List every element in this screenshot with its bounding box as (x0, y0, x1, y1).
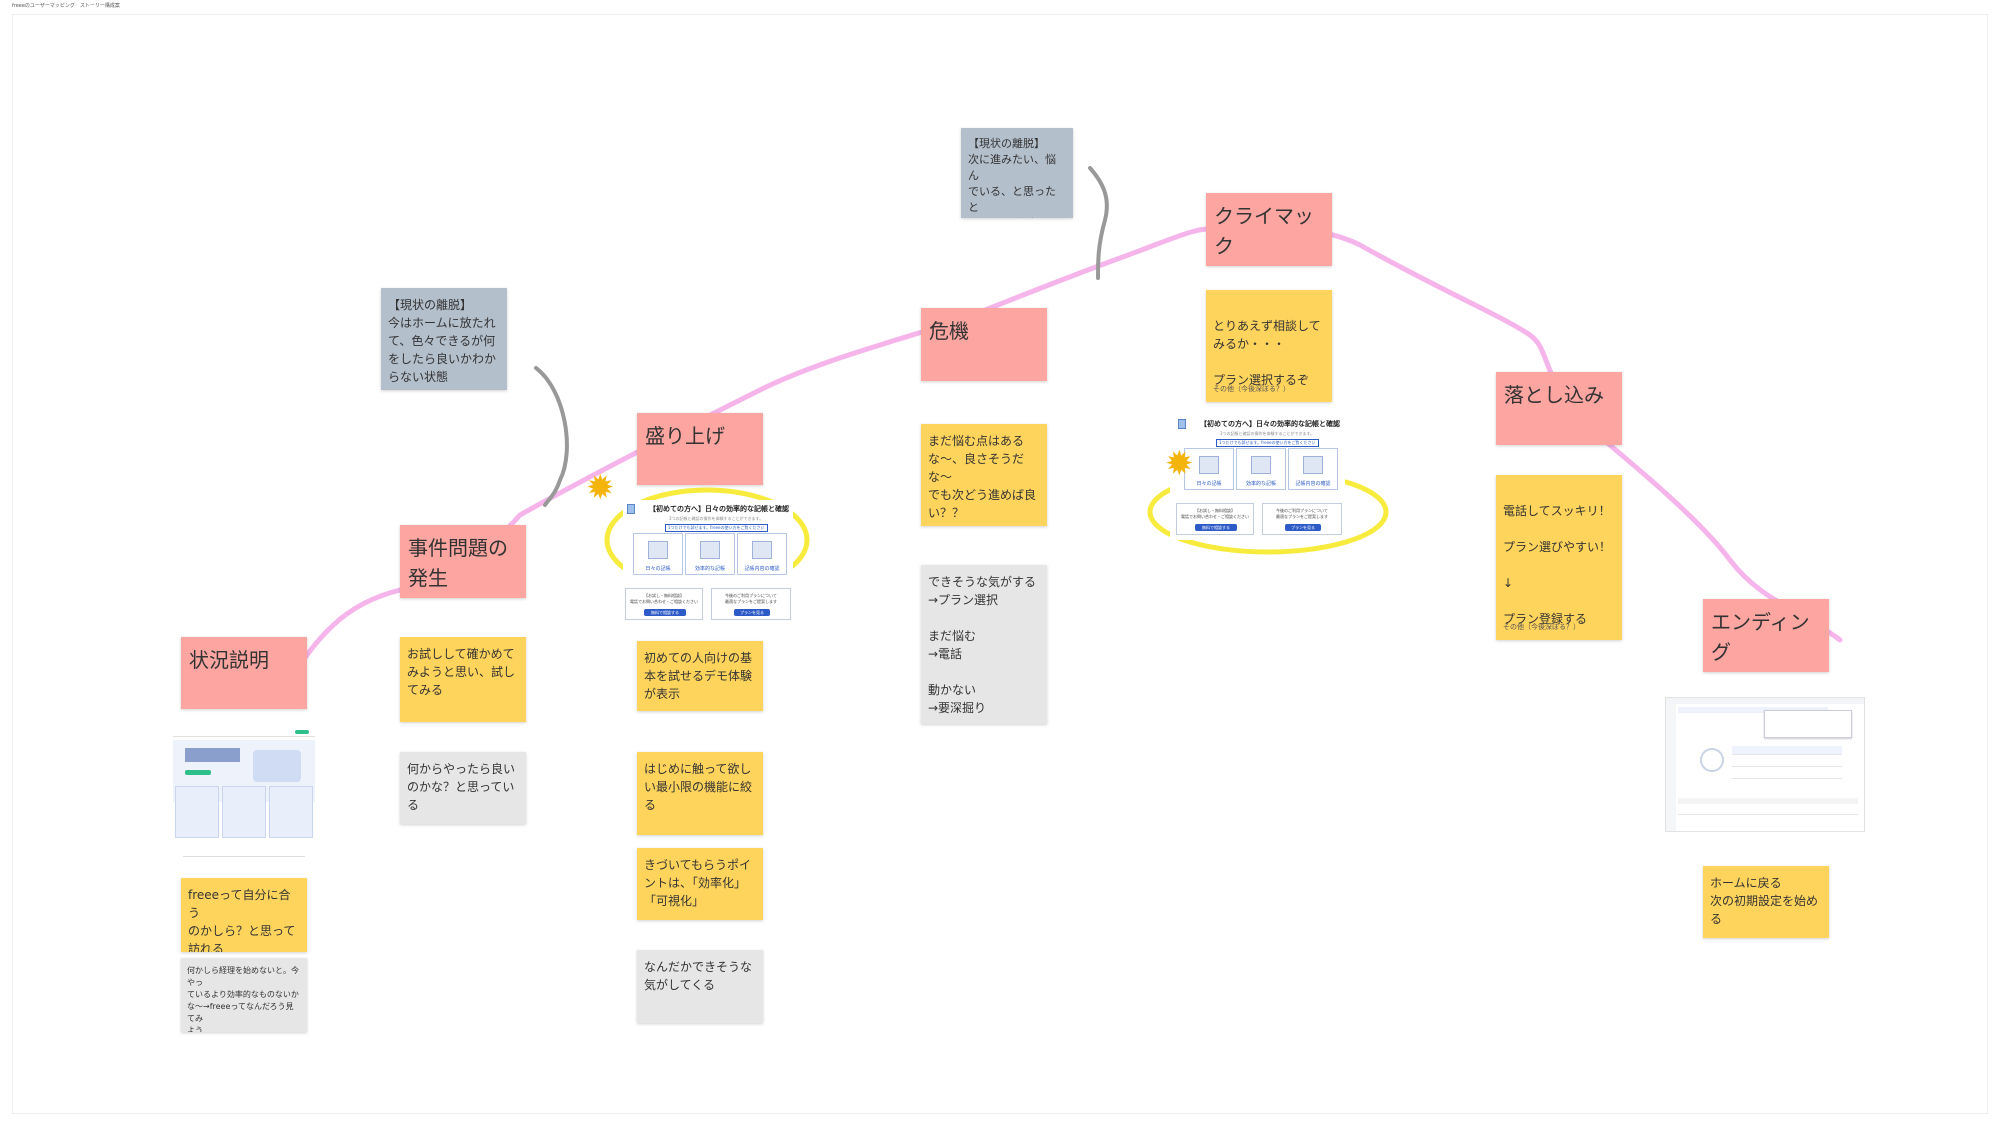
thumb-footer-row (183, 856, 305, 865)
mockup-card[interactable]: 日々の記帳 (633, 533, 683, 575)
card-label: 効率的な記帳 (694, 566, 725, 572)
stage-crisis[interactable]: 危機 (921, 308, 1047, 381)
connector-line-1 (534, 366, 569, 507)
sticky-note[interactable]: 【現状の離脱】 今はホームに放たれ て、色々できるが何 をしたら良いかわか らな… (381, 288, 507, 390)
thumb-task-row (1732, 770, 1842, 779)
sticky-note-subtext: その他（今後深ぼる？） (1503, 623, 1580, 631)
thumb-banner (1678, 798, 1858, 804)
sticky-note[interactable]: お試しして確かめて みようと思い、試し てみる (400, 637, 526, 722)
thumb-popup-panel (1764, 710, 1852, 738)
consult-box-text: 【お試し・無料相談】 電話でお問い合わせ・ご相談ください (630, 593, 698, 604)
home-screen-thumbnail[interactable] (1665, 697, 1865, 832)
thumb-task-row (1732, 758, 1842, 767)
onboarding-mockup-2[interactable]: 【初めての方へ】日々の効率的な記帳と確認 3つの記帳と確認の操作を体験することが… (1170, 415, 1345, 540)
thumb-progress-ring-icon (1700, 748, 1724, 772)
thumb-hero-button (185, 770, 211, 775)
plan-box: 今後のご利用プランについて 最適なプランをご提案しますプランを見る (1262, 503, 1342, 535)
thumb-navbar (173, 728, 315, 737)
mockup-link[interactable]: 1つだけでも試せます。freeeの使い方をご覧ください (1216, 439, 1319, 447)
document-illustration-icon (1199, 456, 1219, 475)
sticky-note[interactable]: まだ悩む点はある な〜、良さそうだ な〜 でも次どう進めば良 い？？ (921, 424, 1047, 526)
plan-box-text: 今後のご利用プランについて 最適なプランをご提案します (725, 593, 777, 604)
thumb-topbar (1666, 698, 1864, 704)
sticky-note[interactable]: 電話してスッキリ！ プラン選びやすい！ ↓ プラン登録する その他（今後深ぼる？… (1496, 475, 1622, 640)
mockup-card[interactable]: 記帳内容の確認 (1288, 448, 1338, 490)
mockup-book-icon (1178, 419, 1186, 429)
card-label: 効率的な記帳 (1245, 481, 1276, 487)
thumb-feature-card (269, 786, 313, 838)
thumb-sidebar (1666, 704, 1676, 831)
mockup-subtitle: 3つの記帳と確認の操作を体験することができます。 (1220, 431, 1315, 436)
sticky-note[interactable]: 何かしら経理を始めないと。今やっ ているより効率的なものないか な〜→freee… (181, 958, 307, 1032)
plan-box: 今後のご利用プランについて 最適なプランをご提案しますプランを見る (711, 588, 791, 620)
stage-resolution[interactable]: 落とし込み (1496, 372, 1622, 445)
consult-box: 【お試し・無料相談】 電話でお問い合わせ・ご相談ください無料で相談する (1176, 503, 1254, 535)
stage-incident[interactable]: 事件問題の 発生 (400, 525, 526, 598)
consult-button[interactable]: 無料で相談する (644, 609, 686, 616)
sticky-note-text: とりあえず相談して みるか・・・ プラン選択するぞ (1213, 319, 1321, 387)
document-illustration-icon (700, 541, 720, 560)
sticky-note[interactable]: ホームに戻る 次の初期設定を始め る (1703, 866, 1829, 938)
mockup-card[interactable]: 効率的な記帳 (1236, 448, 1286, 490)
mockup-subtitle: 3つの記帳と確認の操作を体験することができます。 (669, 516, 764, 521)
stage-climax[interactable]: クライマック ス (1206, 193, 1332, 266)
plan-button[interactable]: プランを見る (734, 609, 770, 616)
sticky-note[interactable]: 初めての人向けの基 本を試せるデモ体験 が表示 (637, 641, 763, 711)
card-label: 記帳内容の確認 (744, 566, 780, 572)
thumb-feature-card (175, 786, 219, 838)
mockup-link[interactable]: 1つだけでも試せます。freeeの使い方をご覧ください (665, 524, 768, 532)
sticky-note[interactable]: なんだかできそうな 気がしてくる (637, 950, 763, 1023)
document-illustration-icon (648, 541, 668, 560)
stage-rising[interactable]: 盛り上げ (637, 413, 763, 485)
consult-box: 【お試し・無料相談】 電話でお問い合わせ・ご相談ください無料で相談する (625, 588, 703, 620)
plan-button[interactable]: プランを見る (1285, 524, 1321, 531)
sticky-note[interactable]: 何からやったら良い のかな？と思ってい る (400, 752, 526, 824)
document-illustration-icon (752, 541, 772, 560)
sticky-note[interactable]: はじめに触って欲し い最小限の機能に絞 る (637, 752, 763, 835)
sticky-note[interactable]: とりあえず相談して みるか・・・ プラン選択するぞ その他（今後深ぼる？） (1206, 290, 1332, 402)
consult-button[interactable]: 無料で相談する (1195, 524, 1237, 531)
thumb-hero-text (185, 748, 240, 762)
starburst-icon: ✹ (1165, 444, 1194, 484)
sticky-note-text: 電話してスッキリ！ プラン選びやすい！ ↓ プラン登録する (1503, 504, 1612, 626)
mockup-title: 【初めての方へ】日々の効率的な記帳と確認 (649, 505, 789, 513)
whiteboard: freeeのユーザーマッピング ストーリー構成案 状況説明 事件問題の 発生 盛… (0, 0, 2000, 1125)
card-label: 記帳内容の確認 (1295, 481, 1331, 487)
consult-box-text: 【お試し・無料相談】 電話でお問い合わせ・ご相談ください (1181, 508, 1249, 519)
card-label: 日々の記帳 (645, 566, 671, 572)
mockup-title: 【初めての方へ】日々の効率的な記帳と確認 (1200, 420, 1340, 428)
thumb-feature-card (222, 786, 266, 838)
mockup-card[interactable]: 効率的な記帳 (685, 533, 735, 575)
sticky-note-subtext: その他（今後深ぼる？） (1213, 385, 1290, 393)
homepage-thumbnail[interactable] (173, 728, 315, 871)
sticky-note[interactable]: きづいてもらうポイ ントは、「効率化」 「可視化」 (637, 848, 763, 920)
thumb-hero-illustration (253, 750, 301, 782)
thumb-shortcut-row (1678, 814, 1858, 823)
thumb-task-row (1732, 746, 1842, 755)
document-illustration-icon (1303, 456, 1323, 475)
stage-ending[interactable]: エンディング (1703, 599, 1829, 672)
sticky-note[interactable]: freeeって自分に合う のかしら？と思って 訪れる (181, 878, 307, 952)
document-illustration-icon (1251, 456, 1271, 475)
plan-box-text: 今後のご利用プランについて 最適なプランをご提案します (1276, 508, 1328, 519)
mockup-book-icon (627, 504, 635, 514)
thumb-nav-button (295, 730, 309, 734)
sticky-note[interactable]: 【現状の離脱】 次に進みたい、悩ん でいる、と思ったと きに進む道がわから ない (961, 128, 1073, 218)
sticky-note[interactable]: できそうな気がする →プラン選択 まだ悩む →電話 動かない →要深掘り (921, 565, 1047, 724)
mockup-card[interactable]: 記帳内容の確認 (737, 533, 787, 575)
onboarding-mockup-1[interactable]: 【初めての方へ】日々の効率的な記帳と確認 3つの記帳と確認の操作を体験することが… (623, 500, 793, 624)
stage-situation[interactable]: 状況説明 (181, 637, 307, 709)
starburst-icon: ✹ (586, 468, 615, 508)
